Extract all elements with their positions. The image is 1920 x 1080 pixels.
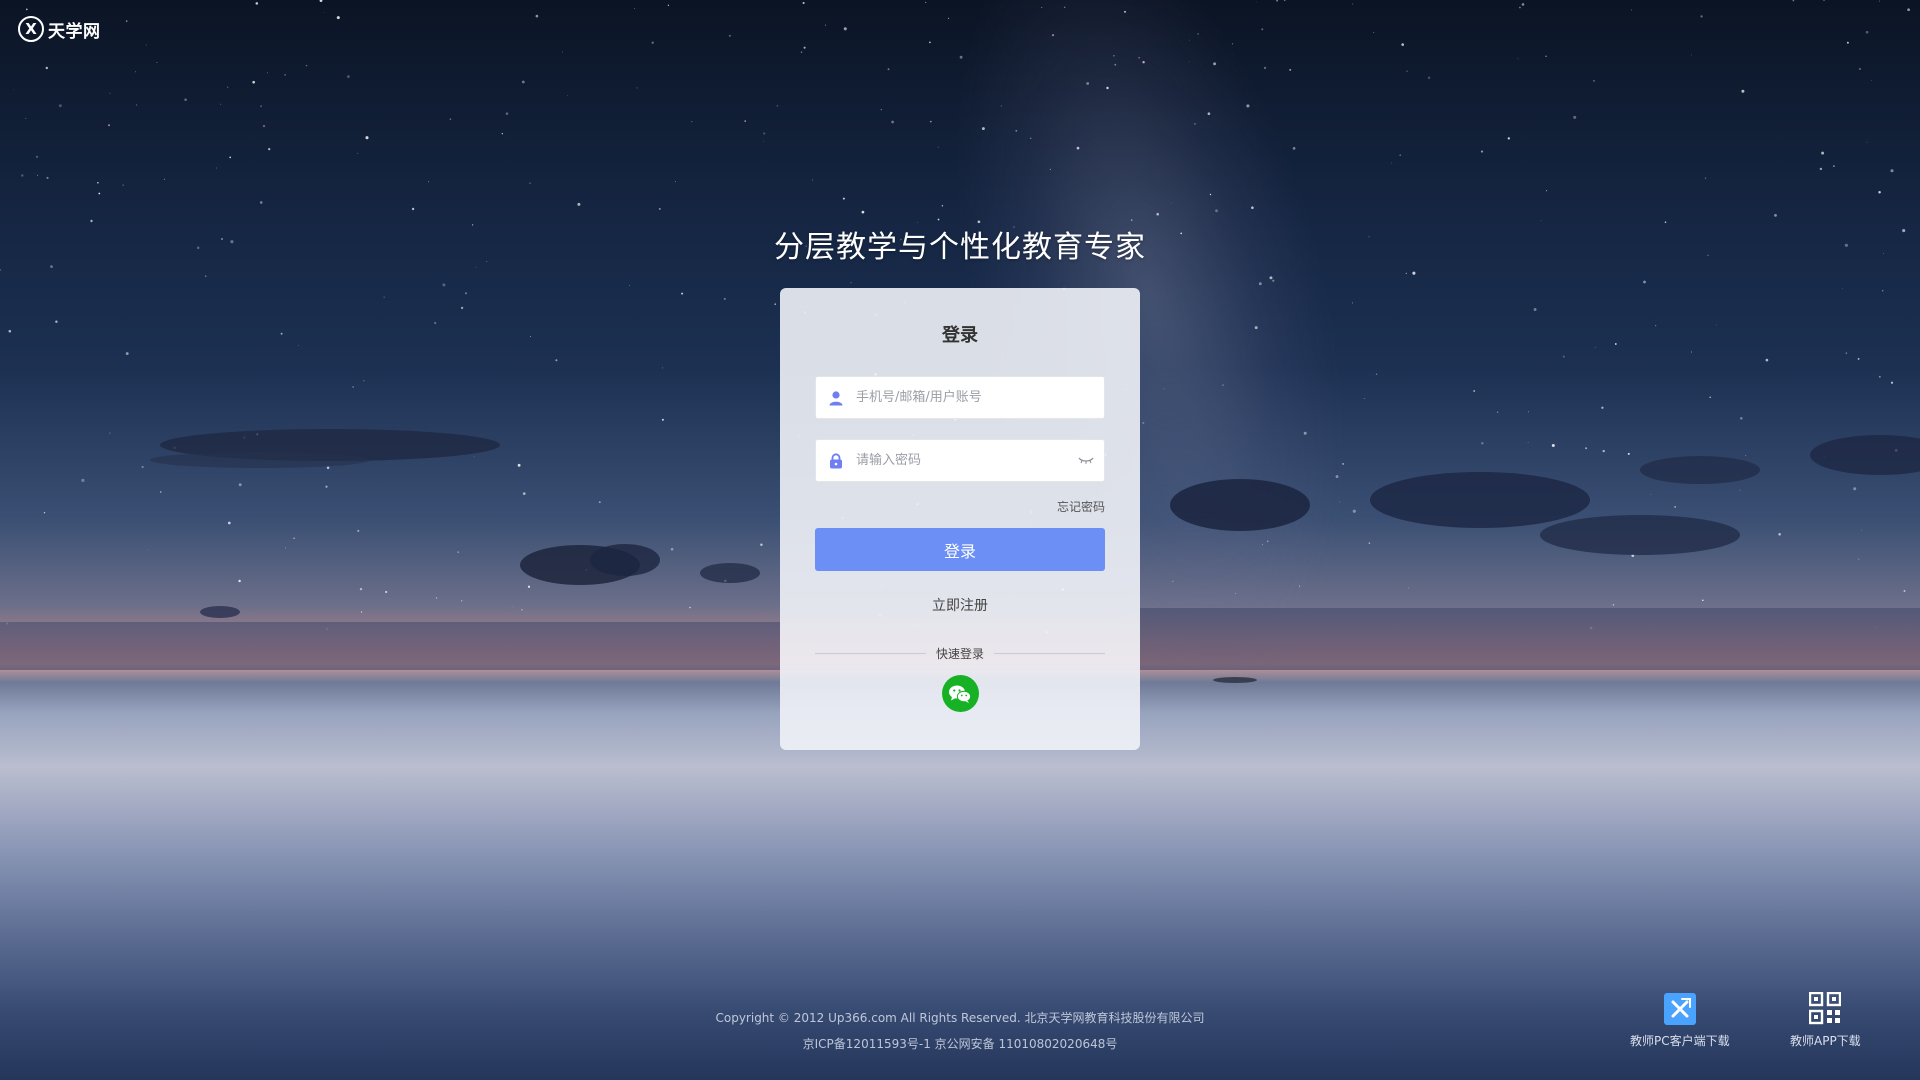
forgot-password-link[interactable]: 忘记密码	[1057, 500, 1105, 514]
account-field	[815, 376, 1105, 419]
quick-login-methods	[815, 675, 1105, 712]
brand-logo[interactable]: X 天学网	[18, 16, 101, 42]
login-page: X 天学网 分层教学与个性化教育专家 登录 手机号/邮箱/用户账号 忘记密码 登…	[0, 0, 1920, 1080]
lock-icon	[816, 439, 856, 482]
account-input[interactable]	[856, 377, 1104, 418]
wechat-login-button[interactable]	[941, 675, 979, 712]
brand-name: 天学网	[48, 21, 101, 42]
divider-line	[815, 653, 926, 654]
logo-mark-icon: X	[18, 16, 44, 42]
forgot-row: 忘记密码	[815, 496, 1105, 514]
password-input[interactable]	[856, 440, 1068, 481]
quick-login-label: 快速登录	[936, 647, 985, 661]
password-field	[815, 439, 1105, 482]
divider-line	[994, 653, 1106, 654]
page-headline: 分层教学与个性化教育专家	[774, 230, 1146, 265]
pc-client-download[interactable]: 教师PC客户端下载	[1630, 992, 1730, 1049]
eye-closed-icon[interactable]	[1068, 439, 1104, 482]
qr-code-icon	[1809, 992, 1842, 1026]
pc-client-label: 教师PC客户端下载	[1630, 1034, 1730, 1048]
register-link[interactable]: 立即注册	[932, 598, 988, 614]
login-button[interactable]: 登录	[815, 528, 1105, 571]
login-title: 登录	[942, 325, 978, 346]
user-icon	[816, 376, 856, 419]
register-row: 立即注册	[815, 595, 1105, 614]
app-download[interactable]: 教师APP下载	[1790, 992, 1861, 1049]
app-download-label: 教师APP下载	[1790, 1034, 1861, 1048]
wechat-icon	[949, 685, 972, 703]
quick-login-divider: 快速登录	[815, 645, 1106, 662]
pc-client-icon	[1663, 992, 1696, 1026]
login-card: 登录 手机号/邮箱/用户账号 忘记密码 登录 立即注册 快速登录	[780, 288, 1140, 750]
